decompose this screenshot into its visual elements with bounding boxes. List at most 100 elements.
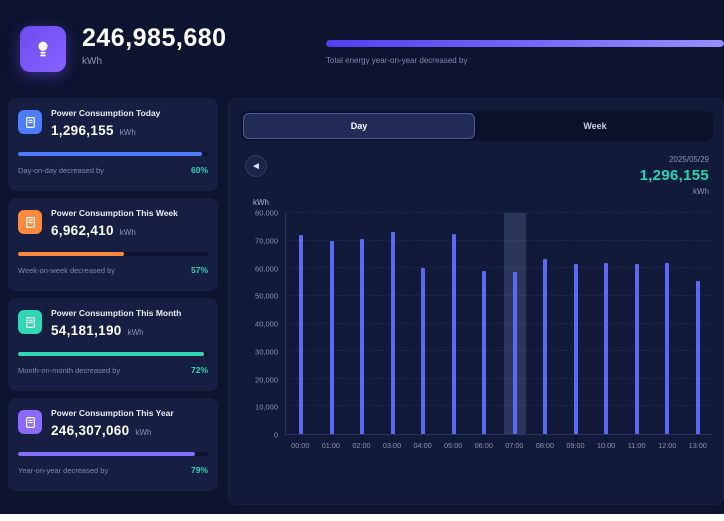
card-title: Power Consumption This Year (51, 408, 174, 418)
total-progress-caption: Total energy year-on-year decreased by (326, 56, 724, 65)
bar-slot (378, 213, 409, 434)
tab-week[interactable]: Week (479, 113, 711, 139)
gridline (286, 350, 713, 351)
x-axis: 00:0001:0002:0003:0004:0005:0006:0007:00… (241, 435, 713, 450)
gridline (286, 405, 713, 406)
bar-slot (286, 213, 317, 434)
bar-00:00[interactable] (299, 235, 303, 434)
bar-slot (683, 213, 714, 434)
y-tick-label: 20,000 (255, 375, 278, 384)
x-tick-label: 03:00 (377, 435, 408, 450)
card-percent: 79% (191, 465, 208, 475)
bar-slot (500, 213, 531, 434)
bar-07:00[interactable] (513, 272, 517, 434)
card-power-week: Power Consumption This Week 6,962,410kWh… (8, 198, 218, 291)
progress-track (18, 152, 208, 156)
card-value: 1,296,155 (51, 123, 114, 138)
card-unit: kWh (135, 428, 151, 437)
bar-slot (561, 213, 592, 434)
x-tick-label: 08:00 (530, 435, 561, 450)
previous-day-button[interactable]: ◄ (245, 155, 267, 177)
bar-slot (347, 213, 378, 434)
x-axis-labels: 00:0001:0002:0003:0004:0005:0006:0007:00… (285, 435, 713, 450)
x-tick-label: 11:00 (621, 435, 652, 450)
bar-chart: 010,00020,00030,00040,00050,00060,00070,… (241, 213, 713, 435)
progress-track (18, 452, 208, 456)
y-tick-label: 70,000 (255, 236, 278, 245)
bar-03:00[interactable] (391, 232, 395, 434)
y-tick-label: 80,000 (255, 209, 278, 218)
card-percent: 57% (191, 265, 208, 275)
total-energy-value: 246,985,680 (82, 24, 326, 53)
y-tick-label: 50,000 (255, 292, 278, 301)
x-tick-label: 05:00 (438, 435, 469, 450)
bar-slot (408, 213, 439, 434)
total-energy-block: 246,985,680 kWh (82, 18, 326, 67)
card-caption: Month-on-month decreased by (18, 366, 120, 375)
card-caption: Day-on-day decreased by (18, 166, 104, 175)
card-power-today: Power Consumption Today 1,296,155kWh Day… (8, 98, 218, 191)
week-meter-icon (18, 210, 42, 234)
total-progress-fill (326, 40, 724, 47)
bar-slot (622, 213, 653, 434)
progress-track (18, 352, 208, 356)
bar-02:00[interactable] (360, 239, 364, 434)
progress-fill (18, 152, 202, 156)
gridline (286, 295, 713, 296)
tab-day[interactable]: Day (243, 113, 475, 139)
bar-slot (469, 213, 500, 434)
gridline (286, 323, 713, 324)
plot-area (285, 213, 713, 435)
gridline (286, 212, 713, 213)
bar-13:00[interactable] (696, 281, 700, 434)
card-power-year: Power Consumption This Year 246,307,060 k… (8, 398, 218, 491)
x-tick-label: 09:00 (560, 435, 591, 450)
bar-06:00[interactable] (482, 271, 486, 434)
x-tick-label: 07:00 (499, 435, 530, 450)
bar-11:00[interactable] (635, 264, 639, 434)
card-unit: kWh (120, 228, 136, 237)
card-percent: 72% (191, 365, 208, 375)
energy-dashboard: 246,985,680 kWh Total energy year-on-yea… (0, 0, 724, 514)
selected-day-block: 2025/05/29 1,296,155 kWh (640, 155, 709, 196)
card-caption: Week-on-week decreased by (18, 266, 115, 275)
bar-slot (530, 213, 561, 434)
card-power-month: Power Consumption This Month 54,181,190k… (8, 298, 218, 391)
progress-fill (18, 352, 204, 356)
selected-value: 1,296,155 (640, 167, 709, 184)
card-title: Power Consumption This Month (51, 308, 181, 318)
card-value: 246,307,060 (51, 423, 129, 438)
bar-10:00[interactable] (604, 263, 608, 434)
month-meter-icon (18, 310, 42, 334)
x-tick-label: 00:00 (285, 435, 316, 450)
bar-09:00[interactable] (574, 264, 578, 434)
x-tick-label: 06:00 (468, 435, 499, 450)
gridline (286, 378, 713, 379)
period-tabs: Day Week (241, 111, 713, 141)
bar-08:00[interactable] (543, 259, 547, 434)
card-value: 54,181,190 (51, 323, 122, 338)
bar-slot (439, 213, 470, 434)
x-tick-label: 10:00 (591, 435, 622, 450)
y-tick-label: 30,000 (255, 347, 278, 356)
bar-slot (317, 213, 348, 434)
x-tick-label: 01:00 (316, 435, 347, 450)
total-progress-bar (326, 40, 724, 47)
bar-12:00[interactable] (665, 263, 669, 434)
y-tick-label: 10,000 (255, 403, 278, 412)
total-energy-unit: kWh (82, 56, 326, 67)
card-caption: Year-on-year decreased by (18, 466, 108, 475)
y-tick-label: 0 (274, 431, 278, 440)
header: 246,985,680 kWh Total energy year-on-yea… (0, 0, 724, 96)
chart-panel: Day Week ◄ 2025/05/29 1,296,155 kWh kWh … (228, 98, 724, 505)
gridline (286, 240, 713, 241)
x-tick-label: 12:00 (652, 435, 683, 450)
today-meter-icon (18, 110, 42, 134)
bars-layer (286, 213, 713, 434)
x-tick-label: 04:00 (407, 435, 438, 450)
bar-05:00[interactable] (452, 234, 456, 434)
bar-01:00[interactable] (330, 241, 334, 434)
body: Power Consumption Today 1,296,155kWh Day… (0, 96, 724, 505)
x-tick-label: 02:00 (346, 435, 377, 450)
bar-04:00[interactable] (421, 268, 425, 434)
